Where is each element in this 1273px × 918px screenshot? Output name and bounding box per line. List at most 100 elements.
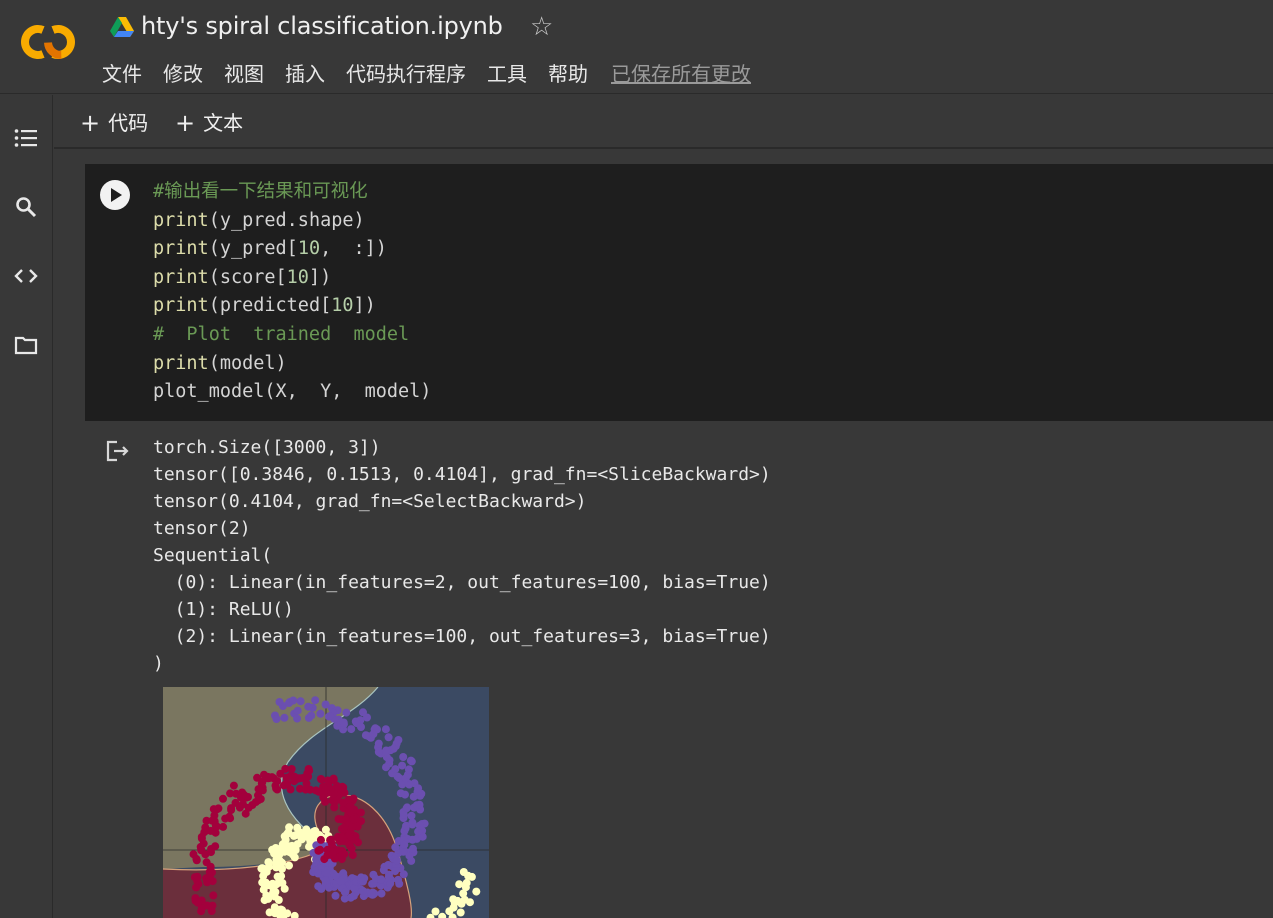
scatter-point [239,800,247,809]
scatter-point [207,848,215,857]
scatter-point [453,896,462,905]
scatter-point [203,878,212,887]
scatter-point [349,815,358,824]
scatter-point [347,844,356,853]
menu-help[interactable]: 帮助 [548,58,588,87]
menu-insert[interactable]: 插入 [285,58,325,87]
scatter-point [296,697,305,706]
scatter-point [459,868,468,876]
plus-icon: + [80,109,101,137]
scatter-point [395,879,404,888]
scatter-point [205,867,214,876]
scatter-point [325,712,334,721]
decision-boundary-plot [163,687,489,918]
code-line: print(predicted[10]) [153,295,376,317]
scatter-point [307,711,316,720]
code-editor[interactable]: #输出看一下结果和可视化 print(y_pred.shape) print(y_p… [153,178,431,407]
scatter-point [337,877,345,886]
scatter-point [415,821,424,830]
scatter-point [236,793,245,802]
scatter-point [431,907,440,916]
scatter-point [311,786,320,795]
scatter-point [304,772,313,781]
header: hty's spiral classification.ipynb ☆ 文件 修… [0,0,1273,94]
scatter-point [229,781,238,790]
scatter-point [381,725,390,734]
menu-tools[interactable]: 工具 [487,58,527,87]
code-snippets-icon[interactable] [12,262,40,290]
saved-status-link[interactable]: 已保存所有更改 [611,58,751,87]
scatter-point [393,856,401,865]
scatter-point [275,698,284,706]
scatter-point [321,700,330,709]
menu-file[interactable]: 文件 [102,58,142,87]
output-actions-icon[interactable] [106,440,130,462]
scatter-point [299,829,308,838]
files-icon[interactable] [12,331,40,359]
scatter-point [374,748,383,756]
colab-logo[interactable] [16,22,80,62]
output-line: Sequential( [153,545,273,566]
code-line: #输出看一下结果和可视化 [153,181,368,202]
scatter-point [384,873,393,882]
scatter-point [322,869,331,877]
notebook-title[interactable]: hty's spiral classification.ipynb [141,12,503,40]
add-text-label: 文本 [203,111,244,135]
scatter-point [280,713,289,722]
scatter-point [321,825,330,834]
scatter-point [211,828,220,837]
scatter-point [192,883,201,892]
scatter-point [264,858,273,867]
scatter-point [225,812,234,821]
menu-edit[interactable]: 修改 [163,58,203,87]
google-drive-icon[interactable] [110,16,134,38]
scatter-point [412,801,421,810]
scatter-point [340,788,349,797]
scatter-point [359,708,367,717]
scatter-point [317,884,326,893]
scatter-point [331,891,340,900]
output-line: tensor([0.3846, 0.1513, 0.4104], grad_fn… [153,464,771,485]
menu-view[interactable]: 视图 [224,58,264,87]
scatter-point [352,719,361,728]
scatter-point [311,827,319,835]
run-cell-button[interactable] [100,180,130,210]
scatter-point [408,818,417,827]
output-line: torch.Size([3000, 3]) [153,437,381,458]
scatter-point [192,854,201,863]
scatter-point [361,731,370,740]
scatter-point [367,889,376,898]
add-text-button[interactable]: + 文本 [175,107,244,137]
scatter-point [339,718,348,727]
scatter-point [201,823,210,832]
scatter-point [455,880,464,889]
scatter-point [226,789,235,798]
scatter-point [399,753,408,761]
menu-runtime[interactable]: 代码执行程序 [346,58,466,87]
menu-bar: 文件 修改 视图 插入 代码执行程序 工具 帮助 已保存所有更改 [102,58,772,87]
scatter-point [374,739,383,748]
scatter-point [338,847,347,855]
scatter-point [197,834,206,843]
scatter-point [273,872,282,881]
scatter-point [347,725,356,734]
scatter-point [219,822,228,831]
output-line: (2): Linear(in_features=100, out_feature… [153,626,771,647]
scatter-point [472,887,481,896]
scatter-point [290,777,299,786]
scatter-point [389,744,398,753]
star-icon[interactable]: ☆ [530,12,553,42]
scatter-point [391,867,400,876]
code-line: print(y_pred[10, :]) [153,238,387,260]
output-line: tensor(2) [153,518,251,539]
scatter-point [293,714,302,723]
scatter-point [311,696,320,705]
table-of-contents-icon[interactable] [12,124,40,152]
search-icon[interactable] [12,193,40,221]
scatter-point [254,785,263,794]
scatter-point [382,763,390,772]
scatter-point [358,886,367,895]
scatter-point [227,804,236,813]
scatter-point [384,733,393,742]
add-code-button[interactable]: + 代码 [80,107,148,137]
